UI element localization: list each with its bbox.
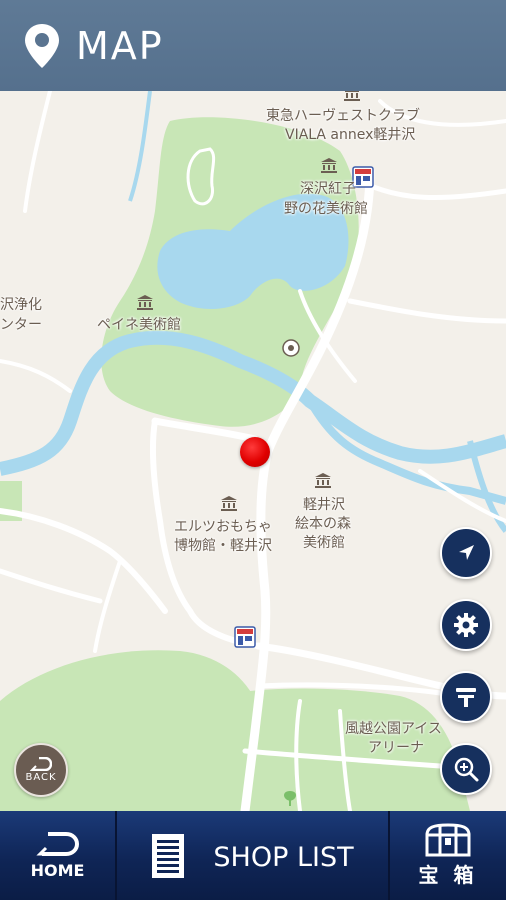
map-label-ertz-2: 博物館・軽井沢 <box>174 538 272 554</box>
app-header: MAP <box>0 0 506 91</box>
map-label-ehon-2: 絵本の森 <box>295 516 351 532</box>
map-label-kazakoshi-2: アリーナ <box>368 740 424 756</box>
map-view[interactable]: 東急ハーヴェストクラブ VIALA annex軽井沢 深沢紅子 野の花美術館 沢… <box>0 91 506 811</box>
navigation-arrow-icon <box>459 545 474 560</box>
back-arrow-icon <box>30 757 52 771</box>
page-title: MAP <box>76 23 164 68</box>
shop-icon[interactable] <box>234 626 256 648</box>
map-label-viala-annex: VIALA annex軽井沢 <box>285 127 416 143</box>
museum-icon <box>321 158 337 173</box>
map-label-fukasawa: 深沢紅子 <box>300 181 356 197</box>
map-label-peynet: ペイネ美術館 <box>97 317 181 333</box>
home-button[interactable]: HOME <box>0 811 117 900</box>
map-label-center: ンター <box>0 317 42 333</box>
back-button[interactable]: BACK <box>14 743 68 797</box>
treasure-box-button[interactable]: 宝 箱 <box>390 811 506 900</box>
settings-gear-icon <box>454 613 478 637</box>
treasure-box-label: 宝 箱 <box>418 863 478 887</box>
map-label-nonohana: 野の花美術館 <box>284 201 368 217</box>
navigation-button[interactable] <box>440 527 492 579</box>
list-document-icon <box>152 833 185 878</box>
home-label: HOME <box>30 861 85 880</box>
back-label: BACK <box>25 772 57 783</box>
museum-icon <box>344 91 360 101</box>
map-label-ehon-3: 美術館 <box>303 535 345 551</box>
map-label-kazakoshi-1: 風越公園アイス <box>345 721 442 737</box>
museum-icon <box>221 496 237 511</box>
map-label-tokyu-harvest: 東急ハーヴェストクラブ <box>266 108 420 124</box>
zoom-in-button[interactable] <box>440 743 492 795</box>
map-pin-icon <box>25 23 59 68</box>
bottom-nav: HOME SHOP LIST 宝 箱 <box>0 811 506 900</box>
shop-list-button[interactable]: SHOP LIST <box>117 811 390 900</box>
home-return-icon <box>35 832 79 856</box>
map-label-ertz-1: エルツおもちゃ <box>174 519 272 535</box>
zoom-in-icon <box>454 757 479 782</box>
treasure-chest-icon <box>425 823 471 857</box>
map-label-ehon-1: 軽井沢 <box>303 497 345 513</box>
filter-icon <box>456 688 476 707</box>
current-location-marker[interactable] <box>240 437 270 467</box>
museum-icon <box>315 473 331 488</box>
map-label-jouka: 沢浄化 <box>0 297 42 313</box>
filter-button[interactable] <box>440 671 492 723</box>
shop-list-label: SHOP LIST <box>213 842 354 873</box>
settings-button[interactable] <box>440 599 492 651</box>
museum-icon <box>137 295 153 310</box>
